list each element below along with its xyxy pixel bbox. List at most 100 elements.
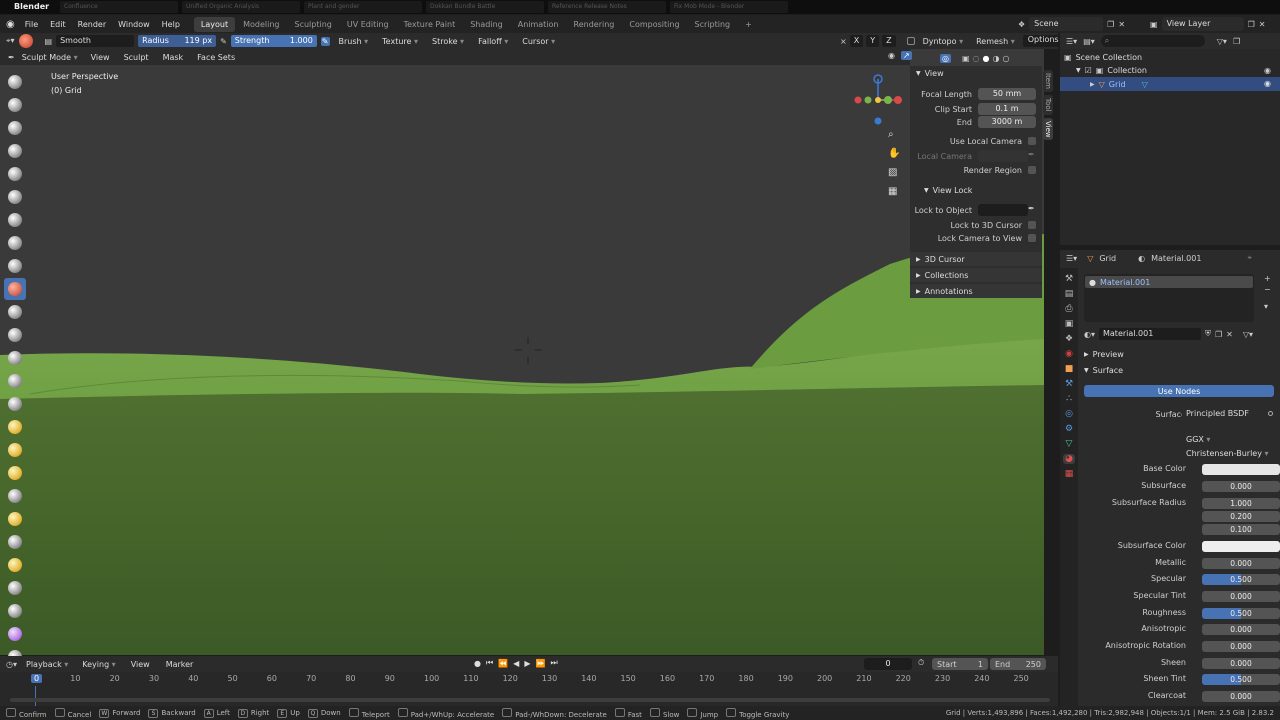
use-nodes-button[interactable]: Use Nodes xyxy=(1084,385,1274,397)
strength-pressure-icon[interactable]: ✎ xyxy=(320,36,330,46)
menu-edit[interactable]: Edit xyxy=(44,20,72,29)
property-value-field[interactable]: 0.000 xyxy=(1202,481,1280,492)
editor-type-icon[interactable]: ⌖▾ xyxy=(6,36,15,46)
wireframe-shading-icon[interactable]: ◌ xyxy=(973,54,980,63)
radius-slider[interactable]: Radius 119 px xyxy=(138,35,217,47)
tab-shading[interactable]: Shading xyxy=(463,17,510,32)
tab-compositing[interactable]: Compositing xyxy=(622,17,686,32)
link-filter-icon[interactable]: ▽▾ xyxy=(1243,330,1253,339)
axis-z-toggle[interactable]: Z xyxy=(882,35,896,47)
property-value-field[interactable]: 0.000 xyxy=(1202,624,1280,635)
constraints-tab-icon[interactable]: ⚙ xyxy=(1065,424,1073,434)
menu-mask[interactable]: Mask xyxy=(157,53,190,62)
lock-camera-checkbox[interactable] xyxy=(1028,234,1036,242)
tree-collection[interactable]: ▼ ☑ ▣ Collection xyxy=(1076,66,1147,75)
add-workspace-button[interactable]: + xyxy=(738,17,759,32)
preview-panel-header[interactable]: ▶ Preview xyxy=(1084,350,1124,359)
grab-brush-icon[interactable] xyxy=(4,416,26,438)
color-swatch[interactable] xyxy=(1202,464,1280,475)
property-value-field[interactable]: 0.500 xyxy=(1202,674,1280,685)
3d-cursor-section[interactable]: ▶ 3D Cursor xyxy=(910,252,1042,266)
outliner-search-input[interactable]: ⌕ xyxy=(1100,35,1205,47)
menu-view[interactable]: View xyxy=(85,53,116,62)
view-layer-field[interactable]: View Layer xyxy=(1161,17,1244,31)
tab-uv-editing[interactable]: UV Editing xyxy=(340,17,396,32)
menu-help[interactable]: Help xyxy=(156,20,186,29)
unlink-icon[interactable]: ✕ xyxy=(1226,330,1233,339)
gizmo-toggle-icon[interactable]: ↗ xyxy=(900,51,912,60)
surface-panel-header[interactable]: ▼ Surface xyxy=(1084,366,1123,375)
mode-selector[interactable]: Sculpt Mode xyxy=(17,53,83,62)
duplicate-icon[interactable]: ❐ xyxy=(1215,330,1222,339)
tab-tool[interactable]: Tool xyxy=(1043,94,1053,115)
overlay-icon[interactable]: ◎ xyxy=(940,53,951,63)
tab-item[interactable]: Item xyxy=(1043,70,1053,92)
current-frame-field[interactable]: 0 xyxy=(864,658,912,670)
menu-window[interactable]: Window xyxy=(112,20,156,29)
lock-object-field[interactable] xyxy=(978,204,1028,216)
tab-view[interactable]: View xyxy=(1043,117,1053,141)
tab-rendering[interactable]: Rendering xyxy=(567,17,622,32)
scene-tab-icon[interactable]: ❖ xyxy=(1065,334,1073,344)
layer-brush-icon[interactable] xyxy=(4,186,26,208)
record-icon[interactable]: ● xyxy=(474,659,481,668)
texture-menu[interactable]: Texture xyxy=(377,37,423,46)
render-region-checkbox[interactable] xyxy=(1028,166,1036,174)
jump-end-icon[interactable]: ⏭ xyxy=(550,658,557,668)
prev-keyframe-icon[interactable]: ⏪ xyxy=(498,659,508,668)
property-value-field[interactable]: 0.000 xyxy=(1202,691,1280,702)
local-camera-field[interactable] xyxy=(978,150,1028,162)
blender-logo-icon[interactable]: ◉ xyxy=(6,19,15,30)
tab-texture-paint[interactable]: Texture Paint xyxy=(397,17,463,32)
crease-brush-icon[interactable] xyxy=(4,255,26,277)
stroke-menu[interactable]: Stroke xyxy=(427,37,469,46)
pin-icon[interactable]: ⌖ xyxy=(1247,253,1252,263)
play-reverse-icon[interactable]: ◀ xyxy=(513,659,519,668)
eyedropper-icon[interactable]: ✒ xyxy=(1028,204,1035,213)
browser-tab[interactable]: Reference Release Notes xyxy=(548,1,666,13)
browser-tab[interactable]: Confluence xyxy=(60,1,178,13)
property-value-field[interactable]: 0.000 xyxy=(1202,591,1280,602)
strength-slider[interactable]: Strength 1.000 xyxy=(230,35,317,47)
browser-tab[interactable]: Unified Organic Analysis xyxy=(182,1,300,13)
checkbox-icon[interactable]: ☑ xyxy=(1085,66,1092,75)
3d-viewport[interactable]: User Perspective (0) Grid ⌕ ✋ ▨ ▦ xyxy=(0,49,1044,655)
delete-view-layer-icon[interactable]: ✕ xyxy=(1259,20,1266,29)
annotations-section[interactable]: ▶ Annotations xyxy=(910,284,1042,298)
color-swatch[interactable] xyxy=(1202,541,1280,552)
play-icon[interactable]: ▶ xyxy=(524,659,530,668)
clip-start-field[interactable]: 0.1 m xyxy=(978,103,1036,115)
new-collection-icon[interactable]: ❐ xyxy=(1233,37,1240,46)
jump-start-icon[interactable]: ⏮ xyxy=(486,658,493,668)
browser-tab[interactable]: Fix Mob Mode - Blender xyxy=(670,1,788,13)
timeline-editor-icon[interactable]: ◷▾ xyxy=(6,660,17,669)
view-section-header[interactable]: ▼ View xyxy=(916,69,944,78)
camera-view-icon[interactable]: ▨ xyxy=(888,167,900,178)
rendered-shading-icon[interactable]: ○ xyxy=(1003,54,1010,63)
stopwatch-icon[interactable]: ⏱ xyxy=(918,658,924,668)
smooth-brush-icon[interactable] xyxy=(4,278,26,300)
flatten-brush-icon[interactable] xyxy=(4,301,26,323)
lock-3d-cursor-checkbox[interactable] xyxy=(1028,221,1036,229)
material-name-field[interactable]: Material.001 xyxy=(1099,328,1201,340)
start-frame-field[interactable]: Start 1 xyxy=(932,658,988,670)
display-mode-icon[interactable]: ▤▾ xyxy=(1083,37,1095,46)
menu-sculpt[interactable]: Sculpt xyxy=(118,53,155,62)
simplify-brush-icon[interactable] xyxy=(4,577,26,599)
tab-layout[interactable]: Layout xyxy=(193,16,236,32)
modifier-tab-icon[interactable]: ⚒ xyxy=(1065,379,1073,389)
axis-y-toggle[interactable]: Y xyxy=(866,35,880,47)
focal-length-field[interactable]: 50 mm xyxy=(978,88,1036,100)
data-tab-icon[interactable]: ▽ xyxy=(1066,439,1073,449)
surface-shader-field[interactable]: Principled BSDF xyxy=(1182,408,1260,420)
inflate-brush-icon[interactable] xyxy=(4,209,26,231)
tree-scene-collection[interactable]: ▣ Scene Collection xyxy=(1064,53,1142,62)
solid-shading-icon[interactable]: ● xyxy=(983,54,990,63)
falloff-menu[interactable]: Falloff xyxy=(473,37,513,46)
rotate-brush-icon[interactable] xyxy=(4,554,26,576)
property-value-field[interactable]: 0.200 xyxy=(1202,511,1280,522)
tab-sculpting[interactable]: Sculpting xyxy=(288,17,339,32)
radius-pressure-icon[interactable]: ✎ xyxy=(220,37,227,46)
playback-menu[interactable]: Playback xyxy=(21,660,73,669)
menu-face-sets[interactable]: Face Sets xyxy=(191,53,241,62)
